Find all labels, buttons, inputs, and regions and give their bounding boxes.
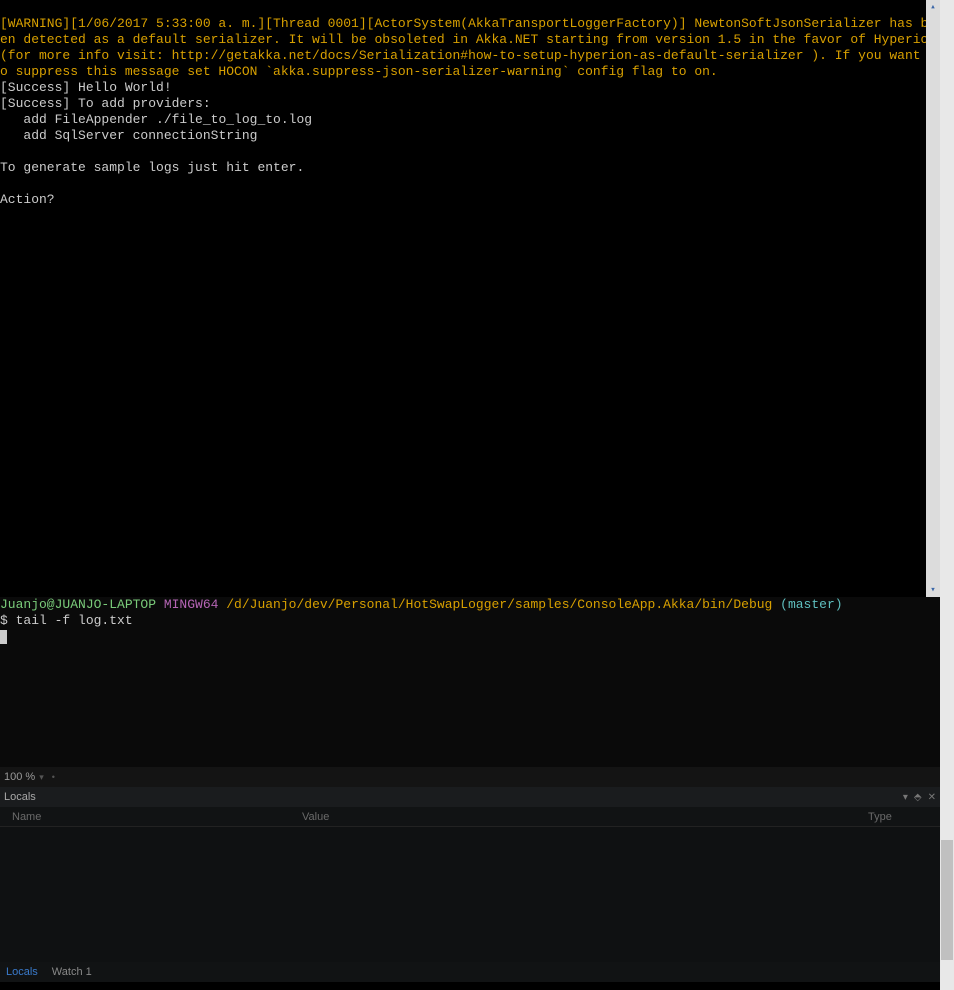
console-line: [Success] To add providers: [0,96,211,111]
bottom-tab-strip: Locals Watch 1 [0,962,940,982]
bash-branch: (master) [772,597,842,612]
column-header-name[interactable]: Name [12,811,302,823]
bash-command: tail -f log.txt [16,613,133,628]
locals-panel: Locals ▾ ⬘ ✕ Name Value Type [0,787,940,962]
console-warning-line: [WARNING][1/06/2017 5:33:00 a. m.][Threa… [0,16,944,79]
bash-mingw: MINGW64 [156,597,218,612]
tab-locals[interactable]: Locals [6,966,38,978]
console-line: [Success] Hello World! [0,80,172,95]
window-position-icon[interactable]: ▾ [903,792,908,803]
tab-watch-1[interactable]: Watch 1 [52,966,92,978]
page-scrollbar-thumb[interactable] [941,840,953,960]
column-header-value[interactable]: Value [302,811,868,823]
console-line: Action? [0,192,55,207]
console-scrollbar[interactable]: ▴ ▾ [926,0,940,597]
bash-terminal-pane[interactable]: Juanjo@JUANJO-LAPTOP MINGW64 /d/Juanjo/d… [0,597,940,767]
console-line: add SqlServer connectionString [0,128,257,143]
bash-path: /d/Juanjo/dev/Personal/HotSwapLogger/sam… [218,597,772,612]
pin-icon[interactable]: ⬘ [914,792,922,803]
page-scrollbar[interactable] [940,0,954,990]
bash-prompt-symbol: $ [0,613,16,628]
zoom-dropdown-icon[interactable]: ▾ [39,772,44,783]
close-icon[interactable]: ✕ [928,792,936,803]
zoom-level[interactable]: 100 % [4,771,35,783]
column-header-type[interactable]: Type [868,811,928,823]
terminal-cursor [0,630,7,644]
zoom-status-bar: 100 % ▾ • [0,767,940,787]
locals-panel-title: Locals [4,791,36,803]
console-line: To generate sample logs just hit enter. [0,160,304,175]
bash-user-host: Juanjo@JUANJO-LAPTOP [0,597,156,612]
locals-body [0,827,940,962]
scroll-up-icon[interactable]: ▴ [926,0,940,14]
locals-column-headers: Name Value Type [0,807,940,827]
divider: • [52,772,55,782]
scroll-down-icon[interactable]: ▾ [926,583,940,597]
console-output-pane: [WARNING][1/06/2017 5:33:00 a. m.][Threa… [0,0,940,597]
console-line: add FileAppender ./file_to_log_to.log [0,112,312,127]
locals-panel-header: Locals ▾ ⬘ ✕ [0,787,940,807]
